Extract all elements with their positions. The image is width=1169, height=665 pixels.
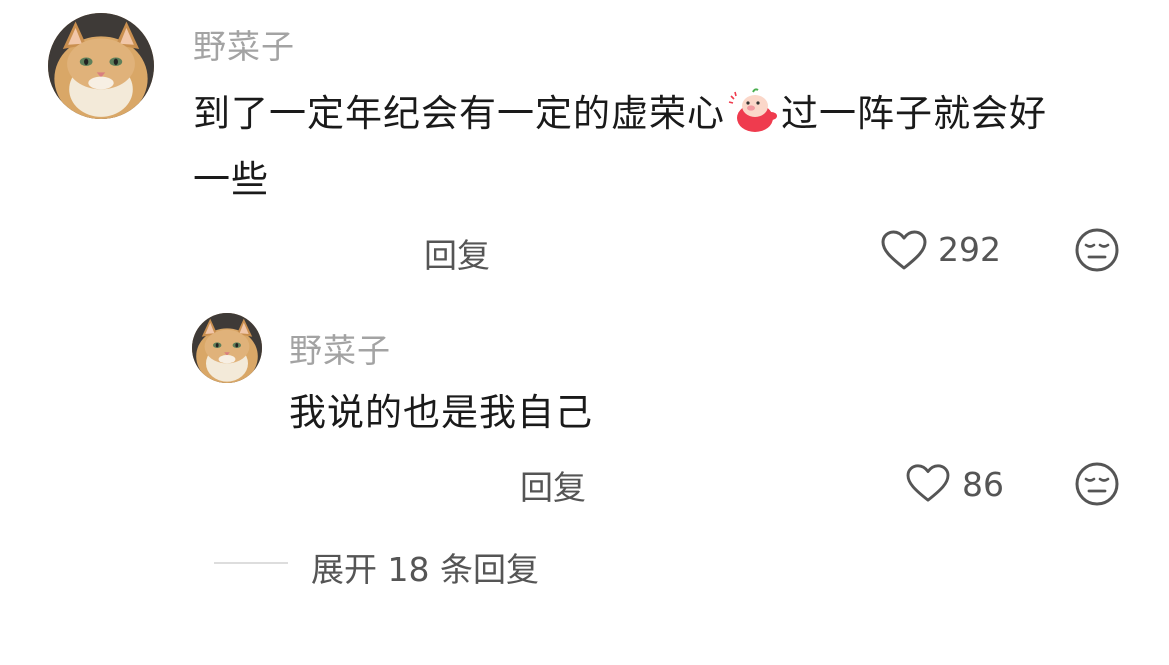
reply-avatar[interactable] [192, 313, 262, 383]
heart-outline-icon[interactable] [880, 229, 928, 271]
shy-piggy-emoji-icon [727, 86, 779, 134]
reply-like-count: 86 [962, 465, 1004, 504]
heart-outline-icon[interactable] [905, 463, 951, 503]
neutral-face-icon[interactable] [1074, 461, 1120, 507]
cat-avatar-icon [48, 13, 154, 119]
avatar[interactable] [48, 13, 154, 119]
reply-button[interactable]: 回复 [424, 229, 490, 277]
reply-reply-button[interactable]: 回复 [520, 461, 586, 509]
like-count: 292 [938, 230, 1001, 269]
cat-avatar-icon [192, 313, 262, 383]
reply-text: 我说的也是我自己 [289, 391, 593, 434]
comment-username[interactable]: 野菜子 [193, 20, 295, 68]
comment-text-part1: 到了一定年纪会有一定的虚荣心 [193, 92, 725, 135]
neutral-face-icon[interactable] [1074, 227, 1120, 273]
reply-username[interactable]: 野菜子 [289, 324, 391, 372]
comment-text-part2: 过一阵子就会好 [781, 92, 1047, 135]
expand-divider [214, 562, 288, 564]
expand-replies-button[interactable]: 展开 18 条回复 [311, 543, 539, 591]
comment-text-part3: 一些 [193, 158, 269, 201]
comment-text: 到了一定年纪会有一定的虚荣心 过一阵子就会好一些 [193, 81, 1143, 213]
